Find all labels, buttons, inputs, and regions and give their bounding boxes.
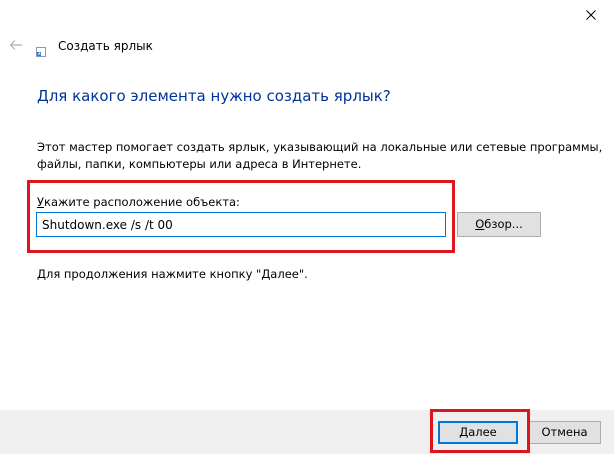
next-rest: алее — [468, 425, 497, 439]
next-button[interactable]: Далее — [438, 421, 518, 444]
location-label-accel: У — [37, 195, 45, 209]
location-input[interactable] — [36, 212, 446, 237]
browse-accel: О — [475, 217, 485, 231]
description-line-2: файлы, папки, компьютеры или адреса в Ин… — [37, 157, 362, 171]
page-heading: Для какого элемента нужно создать ярлык? — [37, 87, 391, 105]
back-arrow-icon — [9, 36, 23, 55]
location-label-rest: кажите расположение объекта: — [44, 195, 240, 209]
close-icon — [586, 10, 596, 20]
close-button[interactable] — [568, 0, 614, 30]
browse-button[interactable]: Обзор... — [457, 212, 541, 237]
back-button[interactable] — [6, 36, 26, 54]
wizard-footer — [0, 410, 614, 454]
create-shortcut-window: Создать ярлык Для какого элемента нужно … — [0, 0, 614, 454]
shortcut-icon — [36, 42, 46, 57]
browse-rest: бзор... — [484, 217, 523, 231]
description-text: Этот мастер помогает создать ярлык, указ… — [37, 139, 603, 173]
location-label: Укажите расположение объекта: — [37, 195, 240, 210]
window-title: Создать ярлык — [58, 39, 153, 53]
next-accel: Д — [459, 425, 469, 439]
description-line-1: Этот мастер помогает создать ярлык, указ… — [37, 140, 603, 154]
cancel-button[interactable]: Отмена — [528, 421, 601, 444]
continue-hint: Для продолжения нажмите кнопку "Далее". — [37, 267, 308, 281]
